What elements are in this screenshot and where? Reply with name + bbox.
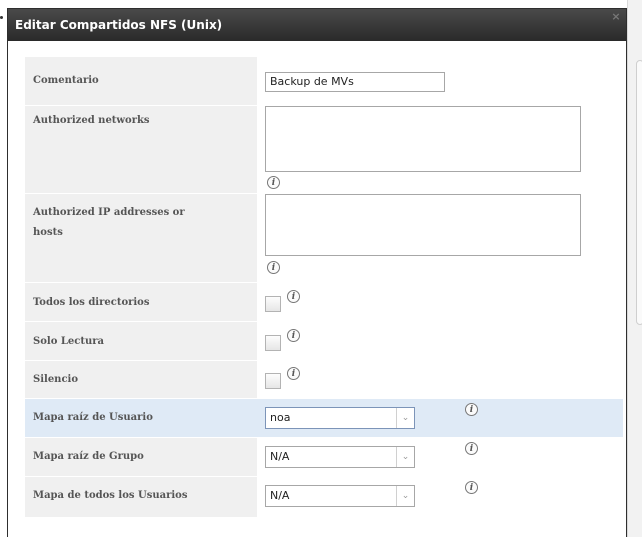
mapall-user-cell: N/A ⌄ i [257, 477, 623, 517]
maproot-group-cell: N/A ⌄ i [257, 438, 623, 476]
maproot-user-label: Mapa raíz de Usuario [25, 399, 257, 437]
row-all-directories: Todos los directorios i [25, 283, 623, 322]
authorized-networks-label: Authorized networks [25, 106, 257, 193]
maproot-user-select[interactable]: noa ⌄ [265, 407, 415, 429]
close-icon[interactable]: × [610, 11, 622, 23]
mapall-user-select[interactable]: N/A ⌄ [265, 485, 415, 507]
info-icon[interactable]: i [465, 481, 478, 494]
info-icon[interactable]: i [287, 290, 300, 303]
info-icon[interactable]: i [465, 403, 478, 416]
row-mapall-user: Mapa de todos los Usuarios N/A ⌄ i [25, 477, 623, 518]
mapall-user-label: Mapa de todos los Usuarios [25, 477, 257, 517]
maproot-group-value: N/A [270, 450, 290, 463]
authorized-hosts-label: Authorized IP addresses or hosts [25, 194, 257, 282]
dialog-titlebar[interactable]: Editar Compartidos NFS (Unix) × [8, 9, 626, 41]
maproot-user-value: noa [270, 411, 291, 424]
info-icon[interactable]: i [267, 176, 280, 189]
row-authorized-networks: Authorized networks i [25, 106, 623, 194]
chevron-down-icon[interactable]: ⌄ [396, 447, 414, 467]
page-bullet [0, 16, 3, 19]
row-comment: Comentario Backup de MVs [25, 57, 623, 106]
info-icon[interactable]: i [465, 442, 478, 455]
read-only-checkbox[interactable] [265, 335, 281, 351]
authorized-hosts-cell: i [257, 194, 623, 282]
row-quiet: Silencio i [25, 361, 623, 399]
row-maproot-group: Mapa raíz de Grupo N/A ⌄ i [25, 438, 623, 477]
authorized-hosts-label-line1: Authorized IP addresses or [33, 207, 185, 218]
maproot-group-label: Mapa raíz de Grupo [25, 438, 257, 476]
info-icon[interactable]: i [287, 329, 300, 342]
authorized-hosts-textarea[interactable] [265, 194, 581, 256]
nfs-share-form: Comentario Backup de MVs Authorized netw… [25, 57, 623, 518]
comment-label: Comentario [25, 57, 257, 105]
read-only-cell: i [257, 322, 623, 360]
read-only-label: Solo Lectura [25, 322, 257, 360]
info-icon[interactable]: i [287, 367, 300, 380]
row-read-only: Solo Lectura i [25, 322, 623, 361]
all-directories-checkbox[interactable] [265, 296, 281, 312]
chevron-down-icon[interactable]: ⌄ [396, 486, 414, 506]
maproot-group-select[interactable]: N/A ⌄ [265, 446, 415, 468]
authorized-hosts-label-line2: hosts [33, 227, 63, 238]
quiet-checkbox[interactable] [265, 373, 281, 389]
dialog-title: Editar Compartidos NFS (Unix) [15, 18, 223, 32]
quiet-label: Silencio [25, 361, 257, 398]
all-directories-cell: i [257, 283, 623, 321]
authorized-networks-cell: i [257, 106, 623, 193]
mapall-user-value: N/A [270, 489, 290, 502]
comment-input[interactable]: Backup de MVs [265, 72, 445, 92]
quiet-cell: i [257, 361, 623, 398]
row-authorized-hosts: Authorized IP addresses or hosts i [25, 194, 623, 283]
maproot-user-cell: noa ⌄ i [257, 399, 623, 437]
chevron-down-icon[interactable]: ⌄ [396, 408, 414, 428]
info-icon[interactable]: i [267, 261, 280, 274]
row-maproot-user: Mapa raíz de Usuario noa ⌄ i [25, 399, 623, 438]
comment-cell: Backup de MVs [257, 57, 623, 105]
authorized-networks-textarea[interactable] [265, 106, 581, 172]
scrollbar-thumb[interactable] [636, 60, 642, 325]
all-directories-label: Todos los directorios [25, 283, 257, 321]
